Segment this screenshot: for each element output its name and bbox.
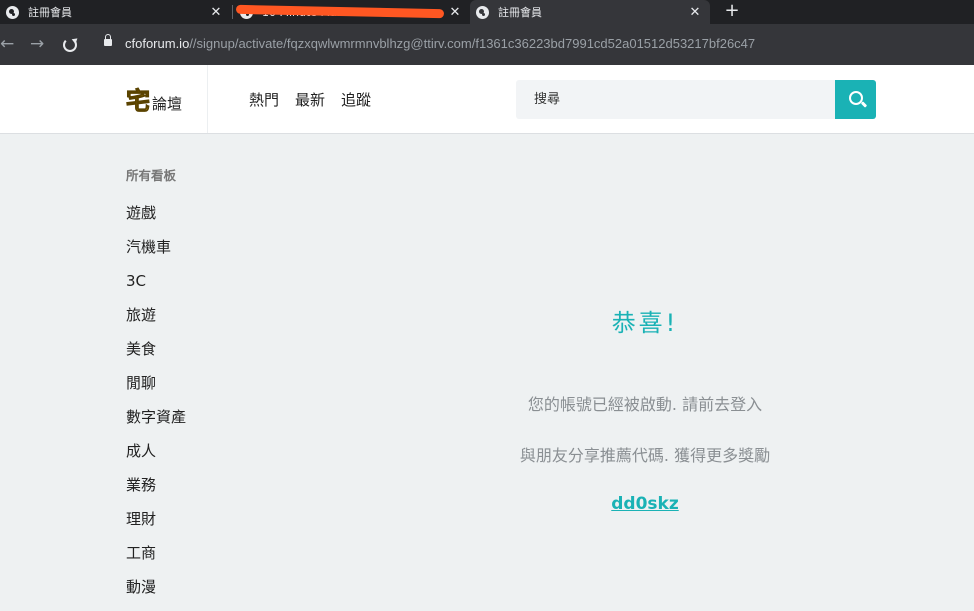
- board-item-3c[interactable]: 3C: [126, 271, 246, 305]
- site-logo[interactable]: 宅 論壇: [126, 86, 183, 115]
- browser-address-bar: ← → cfoforum.io//signup/activate/fqzxqwl…: [0, 24, 974, 65]
- browser-tab-strip: 註冊會員 ✕ 10 Minute Mail ✕ 註冊會員 ✕ +: [0, 0, 974, 24]
- board-item-chat[interactable]: 閒聊: [126, 373, 246, 407]
- logo-mark: 宅: [126, 86, 151, 115]
- url-path: //signup/activate/fqzxqwlwmrmnvblhzg@tti…: [189, 36, 756, 51]
- board-item-vehicles[interactable]: 汽機車: [126, 237, 246, 271]
- activation-message: 您的帳號已經被啟動. 請前去登入: [527, 395, 763, 414]
- congrats-title: 恭喜!: [611, 309, 679, 337]
- site-header: 宅 論壇 熱門 最新 追蹤: [0, 65, 974, 134]
- header-divider: [207, 65, 208, 133]
- referral-code-link[interactable]: dd0skz: [430, 494, 860, 514]
- share-message: 與朋友分享推薦代碼. 獲得更多獎勵: [519, 446, 771, 465]
- activation-panel: 恭喜! 您的帳號已經被啟動. 請前去登入 與朋友分享推薦代碼. 獲得更多獎勵 d…: [430, 300, 860, 514]
- browser-tab-1[interactable]: 註冊會員 ✕: [0, 0, 231, 24]
- board-item-adult[interactable]: 成人: [126, 441, 246, 475]
- new-tab-button[interactable]: +: [722, 0, 742, 24]
- sidebar-heading: 所有看板: [126, 168, 177, 183]
- search-input[interactable]: [516, 80, 836, 119]
- tab-divider: [232, 5, 233, 19]
- search-button[interactable]: [835, 80, 876, 119]
- browser-tab-3-active[interactable]: 註冊會員 ✕: [470, 0, 710, 24]
- board-item-food[interactable]: 美食: [126, 339, 246, 373]
- tab-close-icon[interactable]: ✕: [209, 5, 223, 20]
- tab-close-icon[interactable]: ✕: [448, 5, 462, 20]
- globe-icon: [6, 5, 19, 19]
- reload-icon[interactable]: [63, 38, 77, 52]
- nav-hot[interactable]: 熱門: [249, 89, 279, 110]
- url-host: cfoforum.io: [125, 36, 190, 51]
- nav-following[interactable]: 追蹤: [341, 89, 371, 110]
- tab-title: 註冊會員: [498, 6, 542, 19]
- board-item-travel[interactable]: 旅遊: [126, 305, 246, 339]
- board-item-games[interactable]: 遊戲: [126, 203, 246, 237]
- board-item-anime[interactable]: 動漫: [126, 577, 246, 611]
- main-nav: 熱門 最新 追蹤: [249, 89, 371, 110]
- board-item-commerce[interactable]: 工商: [126, 543, 246, 577]
- logo-text: 論壇: [152, 95, 183, 113]
- board-item-business[interactable]: 業務: [126, 475, 246, 509]
- back-arrow-icon[interactable]: ←: [0, 33, 14, 55]
- tab-close-icon[interactable]: ✕: [688, 5, 702, 20]
- board-item-finance[interactable]: 理財: [126, 509, 246, 543]
- forward-arrow-icon[interactable]: →: [30, 33, 44, 55]
- search-icon: [849, 91, 863, 105]
- lock-icon[interactable]: [104, 34, 112, 46]
- nav-latest[interactable]: 最新: [295, 89, 325, 110]
- tab-title: 註冊會員: [28, 6, 72, 19]
- globe-icon: [476, 5, 489, 19]
- url-field[interactable]: cfoforum.io//signup/activate/fqzxqwlwmrm…: [125, 36, 755, 51]
- board-item-digital-assets[interactable]: 數字資產: [126, 407, 246, 441]
- board-sidebar: 所有看板 遊戲 汽機車 3C 旅遊 美食 閒聊 數字資產 成人 業務 理財 工商…: [126, 165, 246, 611]
